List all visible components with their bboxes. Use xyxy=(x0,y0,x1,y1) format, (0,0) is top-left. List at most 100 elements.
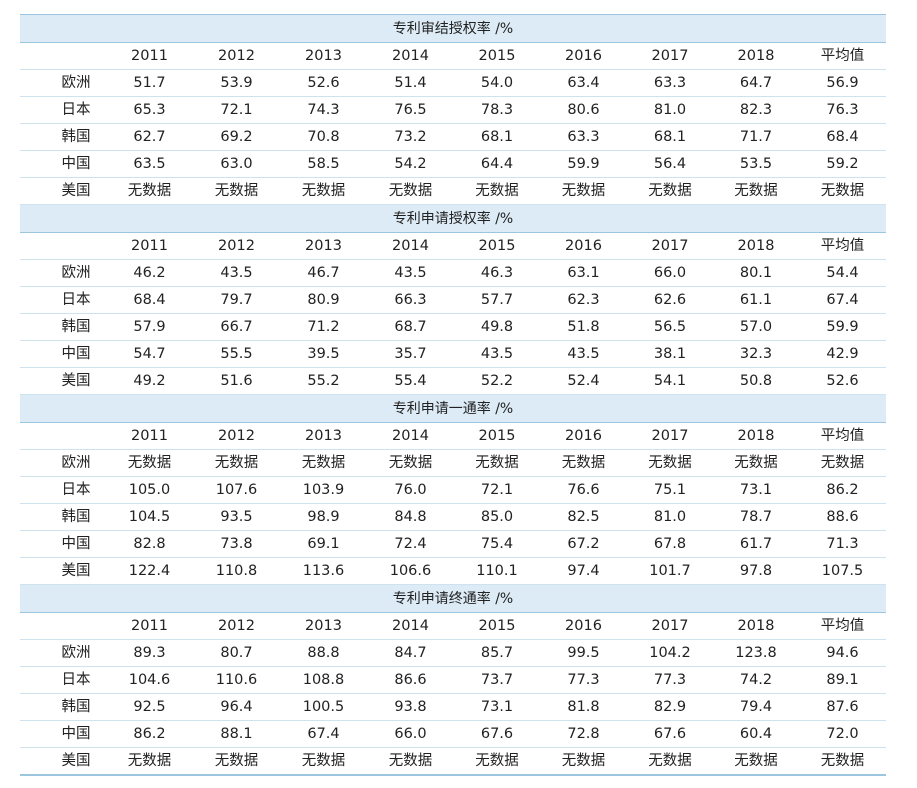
value-cell: 无数据 xyxy=(540,747,627,776)
region-label: 中国 xyxy=(20,720,106,748)
column-header: 平均值 xyxy=(799,612,887,640)
table-row: 美国 49.2 51.6 55.2 55.4 52.2 52.4 54.1 50.8 52.6 xyxy=(20,367,887,395)
value-cell: 77.3 xyxy=(627,666,713,694)
value-cell: 67.2 xyxy=(540,530,627,558)
header-blank-cell xyxy=(20,42,106,70)
value-cell: 50.8 xyxy=(713,367,799,395)
value-cell: 52.6 xyxy=(280,69,367,97)
column-header: 2011 xyxy=(106,612,193,640)
value-cell: 58.5 xyxy=(280,150,367,178)
region-label: 日本 xyxy=(20,286,106,314)
value-cell: 54.2 xyxy=(367,150,454,178)
region-label: 美国 xyxy=(20,177,106,205)
value-cell: 67.6 xyxy=(454,720,540,748)
value-cell: 54.4 xyxy=(799,259,887,287)
value-cell: 无数据 xyxy=(367,449,454,477)
value-cell: 54.7 xyxy=(106,340,193,368)
value-cell: 57.9 xyxy=(106,313,193,341)
value-cell: 107.6 xyxy=(193,476,280,504)
table-row: 欧洲 89.3 80.7 88.8 84.7 85.7 99.5 104.2 123.8 94.6 xyxy=(20,639,887,667)
column-header: 2018 xyxy=(713,612,799,640)
value-cell: 59.9 xyxy=(540,150,627,178)
table-row: 中国 54.7 55.5 39.5 35.7 43.5 43.5 38.1 32.3 42.9 xyxy=(20,340,887,368)
value-cell: 68.1 xyxy=(454,123,540,151)
column-header: 2012 xyxy=(193,232,280,260)
column-header: 2016 xyxy=(540,612,627,640)
value-cell: 69.1 xyxy=(280,530,367,558)
value-cell: 75.1 xyxy=(627,476,713,504)
column-header: 2015 xyxy=(454,612,540,640)
column-header: 2017 xyxy=(627,422,713,450)
value-cell: 52.6 xyxy=(799,367,887,395)
value-cell: 73.1 xyxy=(454,693,540,721)
section-title-row: 专利申请一通率 /% xyxy=(20,394,887,423)
table-row: 中国 86.2 88.1 67.4 66.0 67.6 72.8 67.6 60.4 72.0 xyxy=(20,720,887,748)
column-header: 2017 xyxy=(627,42,713,70)
value-cell: 73.8 xyxy=(193,530,280,558)
value-cell: 56.5 xyxy=(627,313,713,341)
value-cell: 无数据 xyxy=(713,449,799,477)
value-cell: 63.3 xyxy=(540,123,627,151)
table-row: 日本 68.4 79.7 80.9 66.3 57.7 62.3 62.6 61.1 67.4 xyxy=(20,286,887,314)
value-cell: 93.8 xyxy=(367,693,454,721)
value-cell: 73.7 xyxy=(454,666,540,694)
table-row: 韩国 104.5 93.5 98.9 84.8 85.0 82.5 81.0 78.7 88.6 xyxy=(20,503,887,531)
value-cell: 71.2 xyxy=(280,313,367,341)
value-cell: 72.4 xyxy=(367,530,454,558)
column-header: 2011 xyxy=(106,232,193,260)
value-cell: 53.5 xyxy=(713,150,799,178)
year-header-row: 2011 2012 2013 2014 2015 2016 2017 2018 平均值 xyxy=(20,612,887,640)
value-cell: 无数据 xyxy=(540,449,627,477)
value-cell: 63.5 xyxy=(106,150,193,178)
region-label: 美国 xyxy=(20,557,106,585)
value-cell: 80.1 xyxy=(713,259,799,287)
region-label: 韩国 xyxy=(20,313,106,341)
value-cell: 72.0 xyxy=(799,720,887,748)
value-cell: 66.3 xyxy=(367,286,454,314)
value-cell: 38.1 xyxy=(627,340,713,368)
value-cell: 104.2 xyxy=(627,639,713,667)
value-cell: 72.1 xyxy=(193,96,280,124)
value-cell: 39.5 xyxy=(280,340,367,368)
value-cell: 59.2 xyxy=(799,150,887,178)
value-cell: 无数据 xyxy=(454,177,540,205)
value-cell: 55.4 xyxy=(367,367,454,395)
column-header: 2011 xyxy=(106,42,193,70)
column-header: 2018 xyxy=(713,232,799,260)
value-cell: 110.6 xyxy=(193,666,280,694)
value-cell: 56.9 xyxy=(799,69,887,97)
value-cell: 81.0 xyxy=(627,96,713,124)
value-cell: 66.0 xyxy=(627,259,713,287)
table-row: 日本 104.6 110.6 108.8 86.6 73.7 77.3 77.3 74.2 89.… xyxy=(20,666,887,694)
value-cell: 86.2 xyxy=(106,720,193,748)
section-title-row: 专利申请终通率 /% xyxy=(20,584,887,613)
value-cell: 54.0 xyxy=(454,69,540,97)
column-header: 2014 xyxy=(367,232,454,260)
column-header: 2017 xyxy=(627,612,713,640)
region-label: 中国 xyxy=(20,340,106,368)
table-row: 韩国 57.9 66.7 71.2 68.7 49.8 51.8 56.5 57.0 59.9 xyxy=(20,313,887,341)
column-header: 2012 xyxy=(193,422,280,450)
column-header: 2018 xyxy=(713,422,799,450)
value-cell: 43.5 xyxy=(454,340,540,368)
value-cell: 84.7 xyxy=(367,639,454,667)
value-cell: 无数据 xyxy=(193,177,280,205)
column-header: 2012 xyxy=(193,42,280,70)
value-cell: 51.8 xyxy=(540,313,627,341)
value-cell: 54.1 xyxy=(627,367,713,395)
patent-rate-table: 专利审结授权率 /% 2011 2012 2013 2014 2015 2016 2017 20… xyxy=(20,14,887,776)
column-header: 2015 xyxy=(454,42,540,70)
value-cell: 80.7 xyxy=(193,639,280,667)
value-cell: 73.1 xyxy=(713,476,799,504)
value-cell: 无数据 xyxy=(193,747,280,776)
value-cell: 66.7 xyxy=(193,313,280,341)
value-cell: 62.6 xyxy=(627,286,713,314)
column-header: 2013 xyxy=(280,42,367,70)
value-cell: 75.4 xyxy=(454,530,540,558)
value-cell: 49.8 xyxy=(454,313,540,341)
value-cell: 81.0 xyxy=(627,503,713,531)
value-cell: 74.3 xyxy=(280,96,367,124)
region-label: 韩国 xyxy=(20,123,106,151)
value-cell: 无数据 xyxy=(280,177,367,205)
value-cell: 89.3 xyxy=(106,639,193,667)
